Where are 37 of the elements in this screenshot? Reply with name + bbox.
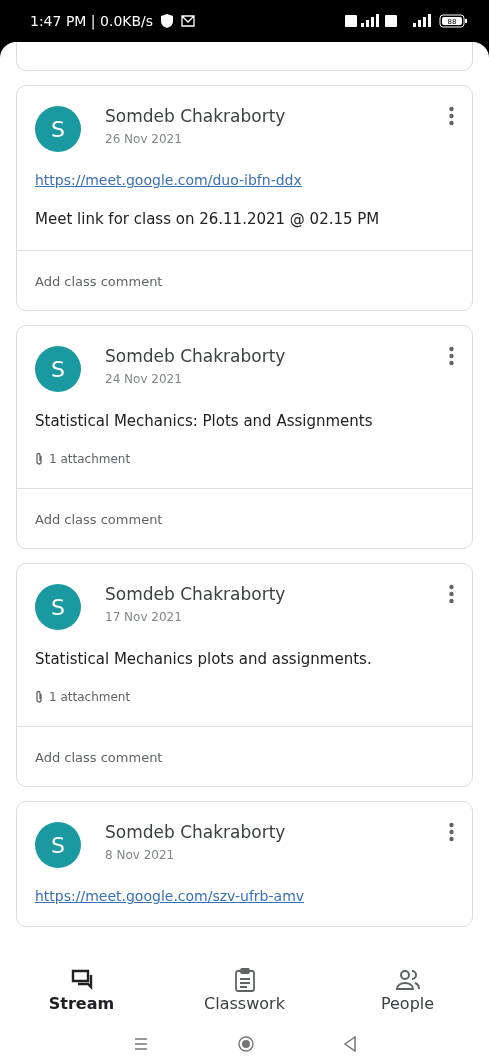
attachment-count[interactable]: 1 attachment xyxy=(49,690,131,704)
avatar: S xyxy=(35,106,81,152)
more-icon xyxy=(449,346,454,366)
chat-bubbles-icon xyxy=(69,967,94,992)
paperclip-icon xyxy=(35,690,43,704)
people-icon xyxy=(394,967,421,992)
paperclip-icon xyxy=(35,452,43,466)
post-date: 24 Nov 2021 xyxy=(105,372,183,386)
status-time: 1:47 PM | 0.0KB/s xyxy=(30,13,154,29)
menu-icon[interactable] xyxy=(133,1038,148,1050)
avatar: S xyxy=(35,584,81,630)
post-text: Meet link for class on 26.11.2021 @ 02.15 PM xyxy=(35,210,381,228)
more-icon xyxy=(449,822,454,842)
author-name: Somdeb Chakraborty xyxy=(105,346,287,366)
post-date: 26 Nov 2021 xyxy=(105,132,183,146)
author-name: Somdeb Chakraborty xyxy=(105,106,287,126)
avatar: S xyxy=(35,822,81,868)
back-icon[interactable] xyxy=(343,1036,356,1052)
author-name: Somdeb Chakraborty xyxy=(105,822,287,842)
author-name: Somdeb Chakraborty xyxy=(105,584,287,604)
nav-tab[interactable]: People xyxy=(347,966,468,1014)
shield-icon xyxy=(161,14,174,28)
meet-link[interactable]: https://meet.google.com/szv-ufrb-amv xyxy=(35,888,454,904)
mail-icon xyxy=(181,15,196,27)
clipboard-icon xyxy=(233,967,256,992)
home-icon[interactable] xyxy=(237,1036,254,1052)
nav-tab[interactable]: Classwork xyxy=(184,966,305,1014)
nav-tab[interactable]: Stream xyxy=(21,966,142,1014)
post-text: Statistical Mechanics plots and assignments. xyxy=(35,650,373,668)
more-icon xyxy=(449,584,454,604)
attachment-count[interactable]: 1 attachment xyxy=(49,452,131,466)
more-icon xyxy=(449,106,454,126)
avatar: S xyxy=(35,346,81,392)
post-date: 17 Nov 2021 xyxy=(105,610,183,624)
post-text: Statistical Mechanics: Plots and Assignments xyxy=(35,412,374,430)
meet-link[interactable]: https://meet.google.com/duo-ibfn-ddx xyxy=(35,172,454,188)
post-date: 8 Nov 2021 xyxy=(105,848,176,862)
